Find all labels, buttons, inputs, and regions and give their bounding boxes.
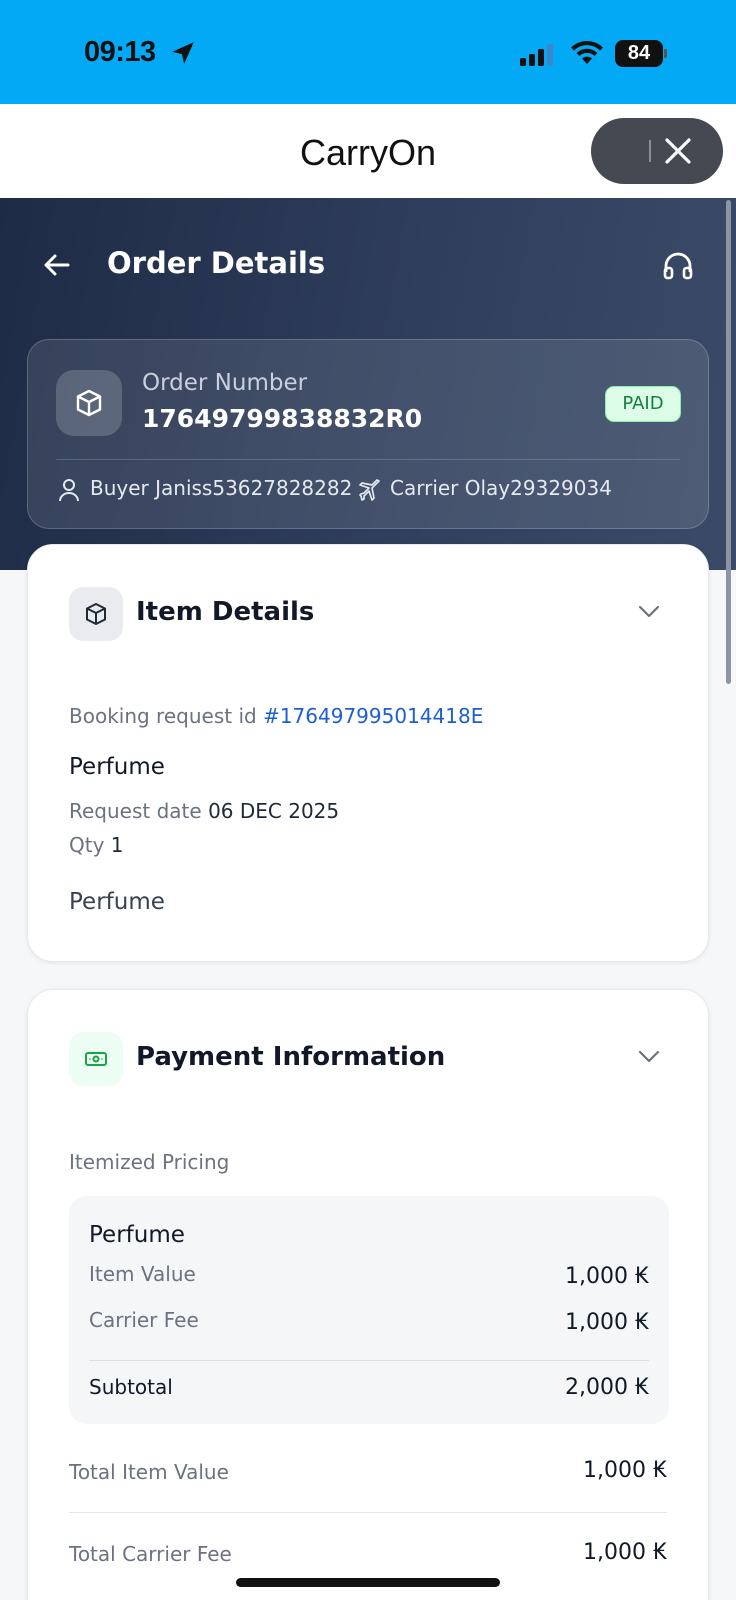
payment-icon-box [69, 1032, 123, 1086]
carrier-name: Carrier Olay29329034 [390, 476, 612, 500]
package-icon [76, 389, 102, 417]
order-number-label: Order Number [142, 370, 308, 396]
subtotal-amount: 2,000 ₭ [565, 1375, 649, 1400]
status-time: 09:13 [84, 36, 156, 68]
total-carrier-fee-amount: 1,000 ₭ [583, 1540, 667, 1565]
user-icon [59, 479, 79, 502]
item-description: Perfume [69, 889, 165, 915]
order-number: 17649799838832R0 [142, 404, 423, 433]
booking-request-row: Booking request id #176497995014418E [69, 704, 483, 728]
chevron-down-icon[interactable] [638, 605, 660, 619]
subtotal-label: Subtotal [89, 1375, 173, 1399]
booking-request-id-link[interactable]: #176497995014418E [263, 704, 483, 728]
payment-information-card: Payment Information Itemized Pricing Per… [27, 989, 709, 1600]
carrier-fee-amount: 1,000 ₭ [565, 1310, 649, 1335]
payment-information-title: Payment Information [136, 1042, 446, 1072]
battery-level: 84 [615, 40, 663, 67]
scrollbar[interactable] [726, 200, 731, 684]
itemized-pricing-box: Perfume Item Value 1,000 ₭ Carrier Fee 1… [69, 1196, 669, 1424]
item-value-label: Item Value [89, 1262, 196, 1286]
package-icon [86, 603, 106, 625]
location-arrow-icon [172, 42, 194, 64]
app-title-bar: CarryOn [0, 104, 736, 198]
mini-app-capsule[interactable] [591, 118, 723, 184]
cellular-signal-icon [520, 44, 553, 66]
support-headset-icon[interactable] [660, 248, 696, 284]
item-name: Perfume [69, 754, 165, 780]
order-summary-card: Order Number 17649799838832R0 PAID Buyer… [27, 339, 709, 529]
chevron-down-icon[interactable] [638, 1050, 660, 1064]
booking-request-label: Booking request id [69, 704, 257, 728]
item-icon-box [69, 587, 123, 641]
home-indicator[interactable] [236, 1578, 500, 1587]
divider [56, 459, 680, 460]
request-date-row: Request date 06 DEC 2025 [69, 799, 339, 823]
request-date-value: 06 DEC 2025 [208, 799, 340, 823]
pricing-item-name: Perfume [89, 1222, 185, 1248]
quantity-label: Qty [69, 833, 105, 857]
close-icon[interactable] [661, 134, 695, 168]
divider [89, 1360, 649, 1361]
airplane-icon [359, 479, 380, 501]
item-value-amount: 1,000 ₭ [565, 1264, 649, 1289]
divider [69, 1512, 667, 1513]
quantity-value: 1 [110, 833, 124, 857]
back-arrow-icon[interactable] [40, 248, 74, 282]
item-details-title: Item Details [136, 597, 315, 627]
total-item-value-amount: 1,000 ₭ [583, 1458, 667, 1483]
total-carrier-fee-label: Total Carrier Fee [69, 1542, 232, 1566]
quantity-row: Qty 1 [69, 833, 124, 857]
itemized-pricing-label: Itemized Pricing [69, 1150, 230, 1174]
order-header: Order Details Order Number 1764979983883… [0, 198, 736, 570]
wifi-icon [571, 41, 603, 64]
request-date-label: Request date [69, 799, 202, 823]
battery-icon: 84 [615, 40, 667, 67]
status-badge: PAID [605, 386, 681, 422]
order-icon-box [56, 370, 122, 436]
buyer-name: Buyer Janiss53627828282 [90, 476, 353, 500]
carrier-fee-label: Carrier Fee [89, 1308, 199, 1332]
total-item-value-label: Total Item Value [69, 1460, 229, 1484]
item-details-card: Item Details Booking request id #1764979… [27, 544, 709, 962]
page-title: Order Details [107, 246, 326, 280]
status-bar: 09:13 84 [0, 0, 736, 104]
banknote-icon [85, 1052, 107, 1066]
